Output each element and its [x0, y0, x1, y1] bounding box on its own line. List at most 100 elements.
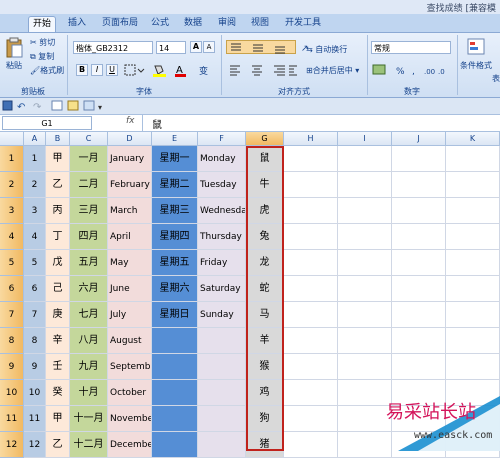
cell-f11[interactable] — [198, 406, 246, 432]
cell-d12[interactable]: December — [108, 432, 152, 458]
cell-h12[interactable] — [284, 432, 338, 458]
cell-c3[interactable]: 三月 — [70, 198, 108, 224]
column-header-g[interactable]: G — [246, 132, 284, 146]
cell-i5[interactable] — [338, 250, 392, 276]
cell-i3[interactable] — [338, 198, 392, 224]
cell-g6[interactable]: 蛇 — [246, 276, 284, 302]
cell-b3[interactable]: 丙 — [46, 198, 70, 224]
cell-i7[interactable] — [338, 302, 392, 328]
cell-g4[interactable]: 兔 — [246, 224, 284, 250]
cell-g7[interactable]: 马 — [246, 302, 284, 328]
column-header-j[interactable]: J — [392, 132, 446, 146]
cell-b1[interactable]: 甲 — [46, 146, 70, 172]
cell-d5[interactable]: May — [108, 250, 152, 276]
name-box[interactable]: G1 — [2, 116, 92, 130]
cell-i1[interactable] — [338, 146, 392, 172]
underline-button[interactable]: U — [106, 64, 118, 76]
cell-i4[interactable] — [338, 224, 392, 250]
cell-g10[interactable]: 鸡 — [246, 380, 284, 406]
cell-c5[interactable]: 五月 — [70, 250, 108, 276]
cell-h10[interactable] — [284, 380, 338, 406]
indent-buttons[interactable] — [275, 63, 301, 77]
cell-b11[interactable]: 甲 — [46, 406, 70, 432]
cell-e8[interactable] — [152, 328, 198, 354]
cell-e3[interactable]: 星期三 — [152, 198, 198, 224]
cell-a11[interactable]: 11 — [24, 406, 46, 432]
tab-data[interactable]: 数据 — [180, 16, 206, 31]
row-header-12[interactable]: 12 — [0, 432, 24, 458]
column-header-f[interactable]: F — [198, 132, 246, 146]
row-header-3[interactable]: 3 — [0, 198, 24, 224]
cell-j1[interactable] — [392, 146, 446, 172]
cell-c9[interactable]: 九月 — [70, 354, 108, 380]
cell-d10[interactable]: October — [108, 380, 152, 406]
cell-g5[interactable]: 龙 — [246, 250, 284, 276]
cell-k6[interactable] — [446, 276, 500, 302]
cell-k4[interactable] — [446, 224, 500, 250]
cell-d4[interactable]: April — [108, 224, 152, 250]
cell-d7[interactable]: July — [108, 302, 152, 328]
cell-b8[interactable]: 辛 — [46, 328, 70, 354]
cell-f8[interactable] — [198, 328, 246, 354]
font-name-select[interactable]: 楷体_GB2312 — [73, 41, 153, 54]
row-header-2[interactable]: 2 — [0, 172, 24, 198]
cell-k9[interactable] — [446, 354, 500, 380]
shrink-font-button[interactable]: A — [203, 41, 215, 53]
cell-c10[interactable]: 十月 — [70, 380, 108, 406]
cell-g3[interactable]: 虎 — [246, 198, 284, 224]
cell-c2[interactable]: 二月 — [70, 172, 108, 198]
tab-home[interactable]: 开始 — [28, 16, 57, 32]
cell-g9[interactable]: 猴 — [246, 354, 284, 380]
cell-d1[interactable]: January — [108, 146, 152, 172]
cell-h6[interactable] — [284, 276, 338, 302]
cell-d2[interactable]: February — [108, 172, 152, 198]
cell-d11[interactable]: November — [108, 406, 152, 432]
cell-i9[interactable] — [338, 354, 392, 380]
cell-b5[interactable]: 戊 — [46, 250, 70, 276]
row-header-7[interactable]: 7 — [0, 302, 24, 328]
cell-f1[interactable]: Monday — [198, 146, 246, 172]
cell-k3[interactable] — [446, 198, 500, 224]
cell-a4[interactable]: 4 — [24, 224, 46, 250]
cell-b4[interactable]: 丁 — [46, 224, 70, 250]
cell-a3[interactable]: 3 — [24, 198, 46, 224]
cell-h1[interactable] — [284, 146, 338, 172]
wrap-text-button[interactable]: ⇆ 自动换行 — [306, 44, 347, 55]
cell-j7[interactable] — [392, 302, 446, 328]
cell-e9[interactable] — [152, 354, 198, 380]
cell-d3[interactable]: March — [108, 198, 152, 224]
cell-e5[interactable]: 星期五 — [152, 250, 198, 276]
column-header-h[interactable]: H — [284, 132, 338, 146]
font-color-button[interactable]: A — [174, 63, 194, 77]
phonetic-button[interactable]: 变 — [198, 64, 218, 77]
bold-button[interactable]: B — [76, 64, 88, 76]
tab-formulas[interactable]: 公式 — [147, 16, 173, 31]
cell-i8[interactable] — [338, 328, 392, 354]
row-header-9[interactable]: 9 — [0, 354, 24, 380]
font-size-select[interactable]: 14 — [156, 41, 186, 54]
cell-e11[interactable] — [152, 406, 198, 432]
cell-c7[interactable]: 七月 — [70, 302, 108, 328]
cell-k8[interactable] — [446, 328, 500, 354]
cell-c4[interactable]: 四月 — [70, 224, 108, 250]
cell-e4[interactable]: 星期四 — [152, 224, 198, 250]
cell-e10[interactable] — [152, 380, 198, 406]
copy-button[interactable]: ⧉ 复制 — [30, 51, 54, 62]
qat-icons[interactable]: ↶ ↷ ▾ — [0, 98, 110, 114]
cell-e7[interactable]: 星期日 — [152, 302, 198, 328]
cell-h8[interactable] — [284, 328, 338, 354]
row-header-4[interactable]: 4 — [0, 224, 24, 250]
cell-j5[interactable] — [392, 250, 446, 276]
cell-f4[interactable]: Thursday — [198, 224, 246, 250]
fx-icon[interactable]: fx — [126, 116, 135, 126]
cut-button[interactable]: ✂ 剪切 — [30, 37, 55, 48]
number-format-select[interactable]: 常规 — [371, 41, 451, 54]
borders-button[interactable] — [124, 64, 146, 76]
tab-review[interactable]: 审阅 — [214, 16, 240, 31]
cell-h2[interactable] — [284, 172, 338, 198]
cell-g2[interactable]: 牛 — [246, 172, 284, 198]
cell-h11[interactable] — [284, 406, 338, 432]
cell-k1[interactable] — [446, 146, 500, 172]
row-header-10[interactable]: 10 — [0, 380, 24, 406]
row-header-8[interactable]: 8 — [0, 328, 24, 354]
